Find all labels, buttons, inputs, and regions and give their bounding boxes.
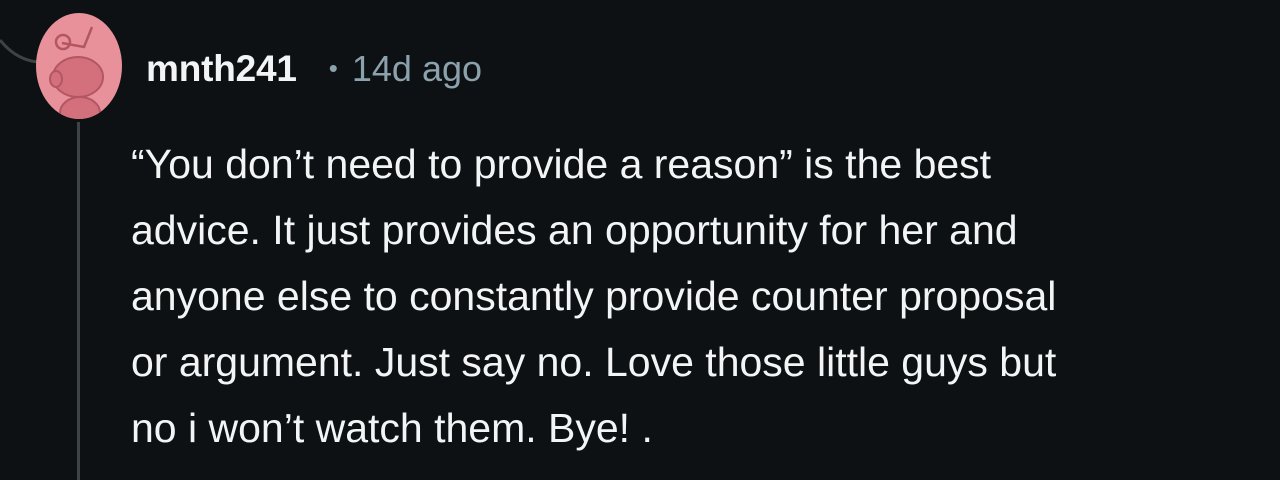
meta-separator: • — [328, 52, 338, 83]
username-link[interactable]: mnth241 — [146, 48, 297, 90]
comment-body: “You don’t need to provide a reason” is … — [131, 131, 1266, 461]
comment-body-line: or argument. Just say no. Love those lit… — [131, 339, 1057, 385]
comment-header: mnth241 • 14d ago — [146, 46, 482, 92]
comment-body-line: “You don’t need to provide a reason” is … — [131, 141, 992, 187]
comment-body-line: advice. It just provides an opportunity … — [131, 207, 1018, 253]
comment-timestamp[interactable]: 14d ago — [352, 48, 482, 90]
snoo-avatar-icon — [36, 13, 122, 119]
comment: mnth241 • 14d ago “You don’t need to pro… — [0, 0, 1280, 480]
comment-body-line: no i won’t watch them. Bye! . — [131, 405, 653, 451]
avatar[interactable] — [36, 13, 122, 119]
comment-body-line: anyone else to constantly provide counte… — [131, 273, 1057, 319]
thread-line[interactable] — [77, 122, 80, 480]
